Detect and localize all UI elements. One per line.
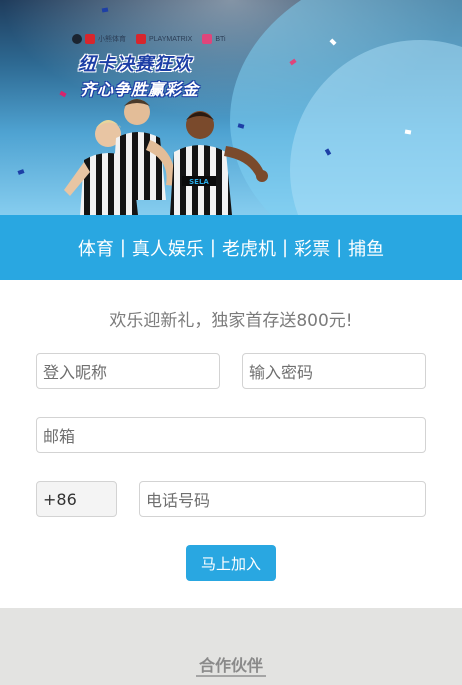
partners-section: 合作伙伴 [0, 608, 462, 685]
join-now-button[interactable]: 马上加入 [186, 545, 276, 581]
partners-title-underline [196, 675, 266, 677]
nav-item-fishing[interactable]: 捕鱼 [344, 235, 388, 261]
phone-placeholder: 电话号码 [146, 491, 211, 510]
nav-separator: | [282, 237, 289, 258]
nav-separator: | [209, 237, 216, 258]
nickname-placeholder: 登入昵称 [43, 363, 108, 382]
nav-separator: | [119, 237, 126, 258]
welcome-message: 欢乐迎新礼，独家首存送800元! [109, 311, 353, 331]
nav-item-slots[interactable]: 老虎机 [218, 235, 280, 261]
email-placeholder: 邮箱 [43, 427, 76, 446]
player-middle [112, 99, 176, 200]
email-field[interactable]: 邮箱 [36, 417, 426, 453]
promo-banner: 小熊体育 PLAYMATRIX BTi 纽卡决赛狂欢 齐心争胜赢彩金 SELA [0, 0, 462, 215]
password-placeholder: 输入密码 [249, 363, 314, 382]
nav-item-sports[interactable]: 体育 [74, 235, 118, 261]
phone-field[interactable]: 电话号码 [139, 481, 426, 517]
jersey-sponsor-text: SELA [189, 178, 209, 186]
nav-item-live-casino[interactable]: 真人娱乐 [128, 235, 208, 261]
category-nav: 体育 | 真人娱乐 | 老虎机 | 彩票 | 捕鱼 [0, 215, 462, 280]
nav-separator: | [336, 237, 343, 258]
password-field[interactable]: 输入密码 [242, 353, 426, 389]
country-code-value: +86 [43, 489, 77, 509]
players-illustration: SELA [64, 99, 268, 215]
country-code-field[interactable]: +86 [36, 481, 117, 517]
partners-title: 合作伙伴 [198, 656, 263, 675]
nickname-field[interactable]: 登入昵称 [36, 353, 220, 389]
player-right: SELA [170, 111, 268, 215]
nav-item-lottery[interactable]: 彩票 [290, 235, 334, 261]
